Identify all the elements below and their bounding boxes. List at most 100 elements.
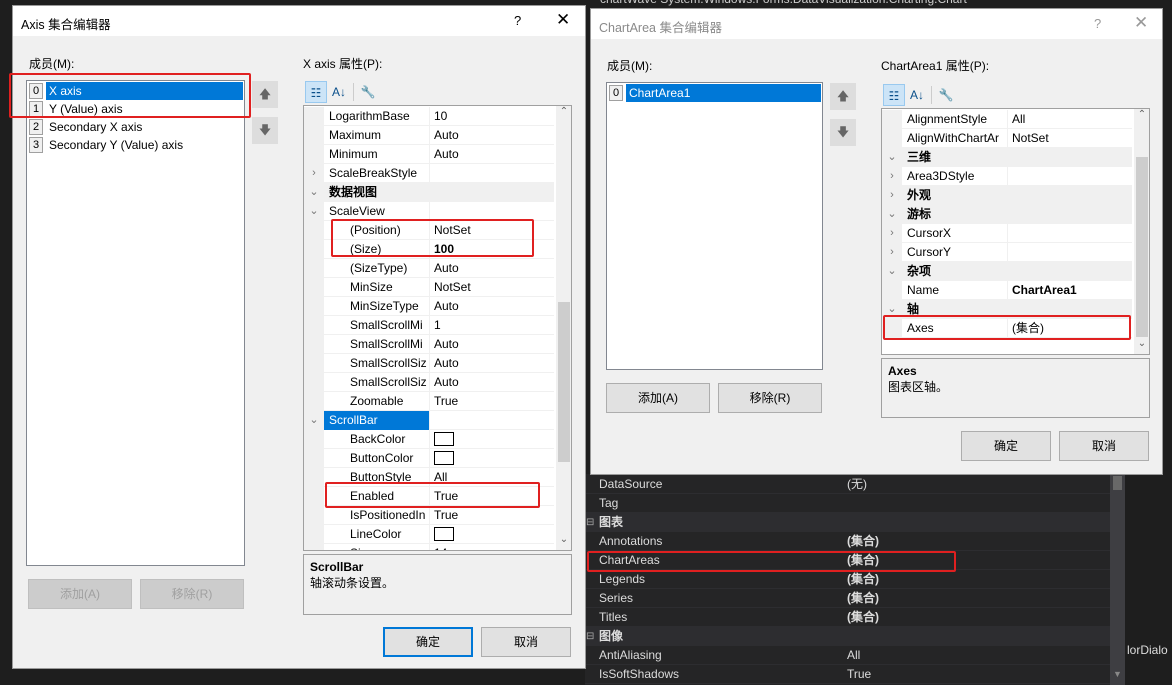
property-grid-scrollbar[interactable]: ⌃ ⌄ <box>556 106 571 550</box>
property-value[interactable]: True <box>430 392 458 411</box>
property-category[interactable]: ⌄ 游标 <box>882 205 1132 224</box>
collapse-icon[interactable]: ⊟ <box>586 513 594 532</box>
list-item[interactable]: 1 Y (Value) axis <box>28 100 243 118</box>
cancel-button[interactable]: 取消 <box>1059 431 1149 461</box>
cancel-button[interactable]: 取消 <box>481 627 571 657</box>
list-item[interactable]: 3 Secondary Y (Value) axis <box>28 136 243 154</box>
property-row[interactable]: ButtonColor <box>304 449 554 468</box>
property-row[interactable]: ⌄ ScrollBar <box>304 411 554 430</box>
move-down-button[interactable]: 🡇 <box>830 119 856 146</box>
property-category[interactable]: ⊟ 图像 <box>585 627 1110 646</box>
expander-icon[interactable]: ⌄ <box>304 183 324 202</box>
property-grid[interactable]: Size14LineColorIsPositionedInTrueEnabled… <box>303 105 572 551</box>
expander-icon[interactable]: ⌄ <box>304 411 324 430</box>
move-up-button[interactable]: 🡅 <box>830 83 856 110</box>
property-value[interactable]: (集合) <box>1008 319 1044 338</box>
expander-icon[interactable]: › <box>882 186 902 205</box>
property-row[interactable]: › Area3DStyle <box>882 167 1132 186</box>
property-category[interactable]: ⌄ 杂项 <box>882 262 1132 281</box>
property-row[interactable]: Enabled True <box>304 487 554 506</box>
property-row[interactable]: LineColor <box>304 525 554 544</box>
property-value[interactable]: 10 <box>430 107 447 126</box>
property-row[interactable]: Minimum Auto <box>304 145 554 164</box>
remove-button[interactable]: 移除(R) <box>718 383 822 413</box>
close-button[interactable]: ✕ <box>1134 13 1148 33</box>
property-row[interactable]: Legends (集合) <box>585 570 1110 589</box>
property-row[interactable]: ChartAreas (集合) <box>585 551 1110 570</box>
wrench-icon[interactable]: 🔧 <box>935 84 957 106</box>
property-value[interactable]: Auto <box>430 354 459 373</box>
property-row[interactable]: Name ChartArea1 <box>882 281 1132 300</box>
expander-icon[interactable]: ⌄ <box>882 262 902 281</box>
property-category[interactable]: ⊟ 图表 <box>585 513 1110 532</box>
property-value[interactable]: NotSet <box>430 221 471 240</box>
add-button[interactable]: 添加(A) <box>28 579 132 609</box>
property-value[interactable]: 100 <box>430 240 454 259</box>
property-row[interactable]: IsPositionedIn True <box>304 506 554 525</box>
help-button[interactable]: ? <box>1094 16 1101 31</box>
property-value[interactable] <box>430 525 454 544</box>
ok-button[interactable]: 确定 <box>961 431 1051 461</box>
close-button[interactable]: ✕ <box>556 10 570 30</box>
property-row[interactable]: MinSizeType Auto <box>304 297 554 316</box>
move-down-button[interactable]: 🡇 <box>252 117 278 144</box>
list-item[interactable]: 0X axis <box>28 82 243 100</box>
list-item[interactable]: 2 Secondary X axis <box>28 118 243 136</box>
property-value[interactable]: NotSet <box>430 278 471 297</box>
property-row[interactable]: › ScaleBreakStyle <box>304 164 554 183</box>
property-value[interactable]: Auto <box>430 335 459 354</box>
property-row[interactable]: AlignWithChartAr NotSet <box>882 129 1132 148</box>
property-row[interactable]: › CursorY <box>882 243 1132 262</box>
property-row[interactable]: (Position) NotSet <box>304 221 554 240</box>
property-value[interactable]: Auto <box>430 145 459 164</box>
ok-button[interactable]: 确定 <box>383 627 473 657</box>
property-row[interactable]: Axes (集合) <box>882 319 1132 338</box>
property-value[interactable] <box>430 430 454 449</box>
property-row[interactable]: IsSoftShadows True <box>585 665 1110 684</box>
property-row[interactable]: › CursorX <box>882 224 1132 243</box>
property-value[interactable]: ChartArea1 <box>1008 281 1077 300</box>
expander-icon[interactable]: › <box>304 164 324 183</box>
property-row[interactable]: DataSource (无) <box>585 475 1110 494</box>
property-row[interactable]: SmallScrollSiz Auto <box>304 373 554 392</box>
property-category[interactable]: ⌄ 数据视图 <box>304 183 554 202</box>
expander-icon[interactable]: ⌄ <box>882 148 902 167</box>
property-row[interactable]: SmallScrollMi Auto <box>304 335 554 354</box>
property-value[interactable]: Auto <box>430 297 459 316</box>
property-value[interactable] <box>430 449 454 468</box>
property-row[interactable]: (Size) 100 <box>304 240 554 259</box>
expander-icon[interactable]: ⌄ <box>882 205 902 224</box>
list-item[interactable]: 0 ChartArea1 <box>608 84 821 102</box>
property-row[interactable]: Annotations (集合) <box>585 532 1110 551</box>
expander-icon[interactable]: ⌄ <box>882 300 902 319</box>
property-value[interactable]: All <box>1008 110 1025 129</box>
collapse-icon[interactable]: ⊟ <box>586 627 594 646</box>
property-value[interactable]: 1 <box>430 316 441 335</box>
help-button[interactable]: ? <box>514 13 521 28</box>
add-button[interactable]: 添加(A) <box>606 383 710 413</box>
property-category[interactable]: ⌄ 轴 <box>882 300 1132 319</box>
property-value[interactable]: True <box>430 487 458 506</box>
property-value[interactable]: Auto <box>430 259 459 278</box>
property-value[interactable]: Auto <box>430 126 459 145</box>
expander-icon[interactable]: › <box>882 224 902 243</box>
property-row[interactable]: Tag <box>585 494 1110 513</box>
property-row[interactable]: AntiAliasing All <box>585 646 1110 665</box>
sort-az-icon[interactable]: A↓ <box>906 84 928 106</box>
property-row[interactable]: SmallScrollSiz Auto <box>304 354 554 373</box>
members-list[interactable]: 0X axis 1 Y (Value) axis 2 Secondary X axis 3… <box>26 80 245 566</box>
property-row[interactable]: (SizeType) Auto <box>304 259 554 278</box>
categorized-icon[interactable]: ☷ <box>883 84 905 106</box>
property-row[interactable]: MinSize NotSet <box>304 278 554 297</box>
property-category[interactable]: › 外观 <box>882 186 1132 205</box>
vs-scrollbar[interactable]: ▼ <box>1110 474 1125 685</box>
property-grid-scrollbar[interactable]: ⌃ ⌄ <box>1134 109 1149 354</box>
property-row[interactable]: Zoomable True <box>304 392 554 411</box>
property-value[interactable]: Auto <box>430 373 459 392</box>
expander-icon[interactable]: ⌄ <box>304 202 324 221</box>
property-row[interactable]: ButtonStyle All <box>304 468 554 487</box>
property-row[interactable]: ⌄ ScaleView <box>304 202 554 221</box>
property-row[interactable]: Series (集合) <box>585 589 1110 608</box>
categorized-icon[interactable]: ☷ <box>305 81 327 103</box>
expander-icon[interactable]: › <box>882 243 902 262</box>
